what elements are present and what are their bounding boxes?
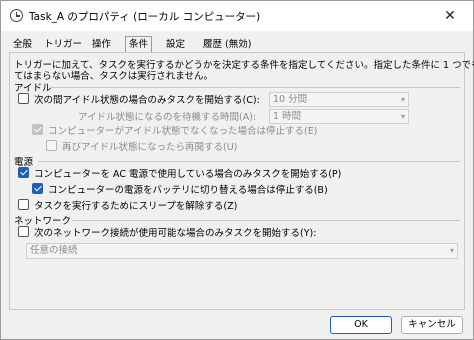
network-only-checkbox[interactable] [18, 226, 29, 237]
stop-if-not-idle-label: コンピューターがアイドル状態でなくなった場合は停止する(E) [48, 126, 318, 137]
clock-icon [10, 9, 23, 22]
network-connection-value: 任意の接続 [30, 245, 78, 256]
start-if-idle-checkbox[interactable] [18, 93, 29, 104]
tab-settings[interactable]: 設定 [166, 38, 185, 53]
tab-general[interactable]: 全般 [13, 38, 32, 53]
wake-to-run-checkbox[interactable] [18, 199, 29, 210]
properties-dialog: Task_A のプロパティ (ローカル コンピューター) ✕ 全般 トリガー 操… [0, 0, 474, 340]
ac-only-checkbox[interactable] [18, 167, 29, 178]
ac-only-label: コンピューターを AC 電源で使用している場合のみタスクを開始する(P) [34, 169, 342, 180]
wait-duration-combo[interactable]: 1 時間 ▾ [269, 109, 409, 124]
wait-duration-value: 1 時間 [273, 111, 302, 122]
idle-duration-value: 10 分間 [273, 94, 308, 105]
idle-duration-combo[interactable]: 10 分間 ▾ [269, 92, 409, 107]
wake-to-run-label: タスクを実行するためにスリープを解除する(Z) [34, 201, 238, 212]
cancel-button[interactable]: キャンセル [401, 316, 463, 334]
conditions-panel: トリガーに加えて、タスクを実行するかどうかを決定する条件を指定してください。指定… [9, 52, 474, 310]
stop-if-not-idle-checkbox[interactable] [32, 124, 43, 135]
power-group-label: 電源 [14, 157, 34, 168]
network-only-label: 次のネットワーク接続が使用可能な場合のみタスクを開始する(Y): [34, 228, 317, 239]
tab-conditions[interactable]: 条件 [125, 36, 153, 53]
idle-group-divider [50, 87, 460, 88]
title-bar: Task_A のプロパティ (ローカル コンピューター) ✕ [1, 1, 473, 31]
tab-history[interactable]: 履歴 (無効) [203, 38, 251, 53]
network-connection-combo[interactable]: 任意の接続 ▾ [26, 243, 458, 259]
restart-if-idle-label: 再びアイドル状態になったら再開する(U) [62, 142, 238, 153]
wait-label: アイドル状態になるのを待機する時間(A): [78, 112, 257, 123]
network-group-divider [72, 220, 460, 221]
stop-on-battery-checkbox[interactable] [32, 183, 43, 194]
close-button[interactable]: ✕ [435, 6, 465, 26]
tab-actions[interactable]: 操作 [92, 38, 111, 53]
restart-if-idle-checkbox[interactable] [46, 140, 57, 151]
chevron-down-icon: ▾ [400, 112, 405, 121]
stop-on-battery-label: コンピューターの電源をバッテリに切り替える場合は停止する(B) [48, 185, 328, 196]
ok-button[interactable]: OK [330, 316, 392, 334]
chevron-down-icon: ▾ [449, 246, 454, 255]
start-if-idle-label: 次の間アイドル状態の場合のみタスクを開始する(C): [34, 95, 260, 106]
window-title: Task_A のプロパティ (ローカル コンピューター) [29, 11, 261, 23]
chevron-down-icon: ▾ [400, 95, 405, 104]
power-group-divider [38, 161, 460, 162]
tab-triggers[interactable]: トリガー [44, 38, 82, 53]
